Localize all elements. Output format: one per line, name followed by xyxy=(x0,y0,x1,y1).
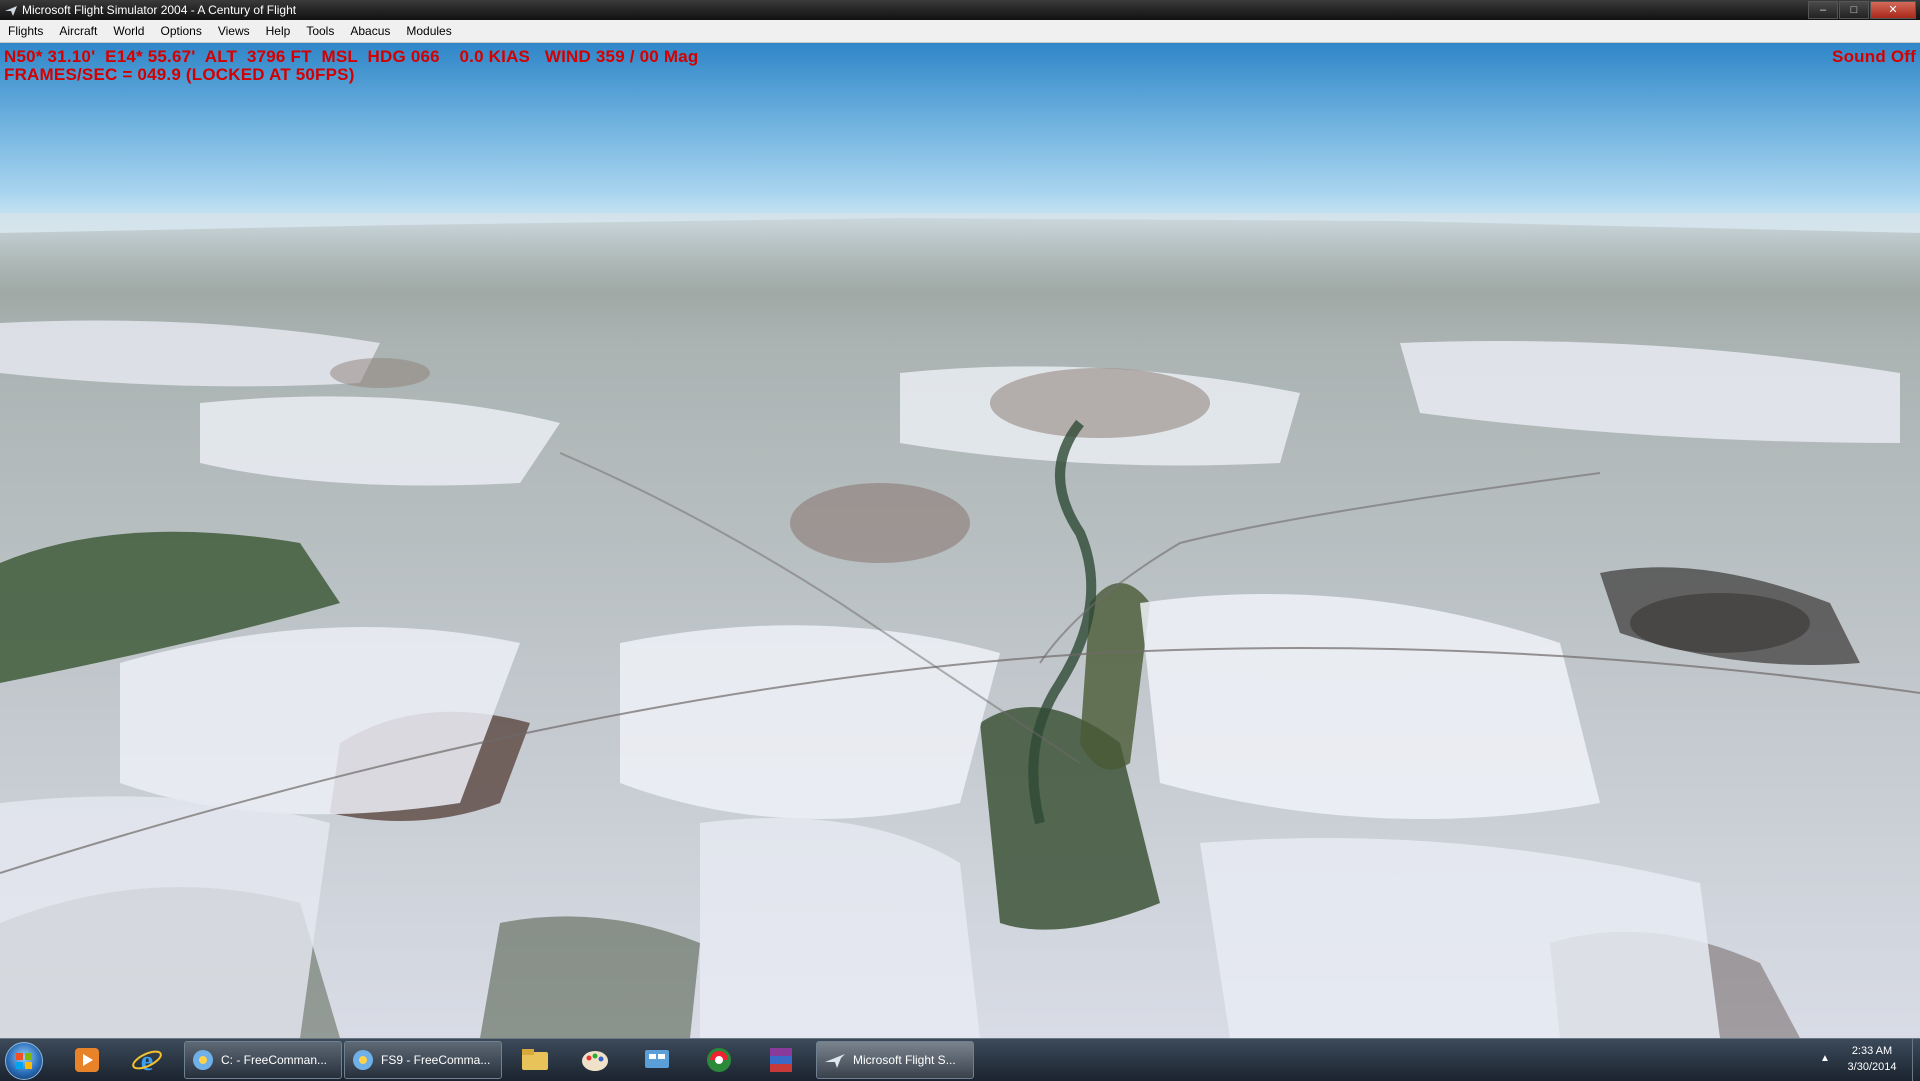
hud-position-readout: N50* 31.10' E14* 55.67' ALT 3796 FT MSL … xyxy=(4,47,699,66)
menu-abacus[interactable]: Abacus xyxy=(342,20,398,42)
freecommander-icon xyxy=(193,1050,213,1070)
clock-time: 2:33 AM xyxy=(1851,1045,1893,1057)
taskbar-item-freecommander-c[interactable]: C: - FreeComman... xyxy=(184,1041,342,1079)
flight-sim-app-icon xyxy=(5,6,17,16)
hud-framerate-readout: FRAMES/SEC = 049.9 (LOCKED AT 50FPS) xyxy=(4,65,355,84)
winrar-icon[interactable] xyxy=(764,1043,798,1077)
window-controls: – □ ✕ xyxy=(1807,1,1916,19)
taskbar-item-flight-simulator[interactable]: Microsoft Flight S... xyxy=(816,1041,974,1079)
paint-icon[interactable] xyxy=(578,1043,612,1077)
control-panel-icon[interactable] xyxy=(640,1043,674,1077)
file-explorer-icon[interactable] xyxy=(518,1043,552,1077)
menu-views[interactable]: Views xyxy=(210,20,258,42)
windows-media-player-icon[interactable] xyxy=(70,1043,104,1077)
window-title: Microsoft Flight Simulator 2004 - A Cent… xyxy=(22,3,297,17)
close-button[interactable]: ✕ xyxy=(1870,1,1916,19)
freecommander-icon xyxy=(353,1050,373,1070)
media-center-icon[interactable] xyxy=(702,1043,736,1077)
taskbar-item-label: FS9 - FreeComma... xyxy=(381,1053,491,1067)
clock-date: 3/30/2014 xyxy=(1847,1061,1897,1073)
snowy-terrain-scenery xyxy=(0,213,1920,1038)
minimize-button[interactable]: – xyxy=(1808,1,1838,19)
taskbar-item-label: Microsoft Flight S... xyxy=(853,1053,956,1067)
menu-tools[interactable]: Tools xyxy=(298,20,342,42)
taskbar-item-freecommander-fs9[interactable]: FS9 - FreeComma... xyxy=(344,1041,502,1079)
title-bar: Microsoft Flight Simulator 2004 - A Cent… xyxy=(0,0,1920,20)
menu-help[interactable]: Help xyxy=(258,20,299,42)
menu-aircraft[interactable]: Aircraft xyxy=(51,20,105,42)
menu-modules[interactable]: Modules xyxy=(398,20,459,42)
windows-logo-icon xyxy=(16,1053,32,1069)
sim-viewport[interactable]: N50* 31.10' E14* 55.67' ALT 3796 FT MSL … xyxy=(0,43,1920,1038)
taskbar-item-label: C: - FreeComman... xyxy=(221,1053,328,1067)
menu-bar: Flights Aircraft World Options Views Hel… xyxy=(0,20,1920,43)
hud-sound-status: Sound Off xyxy=(1832,47,1916,66)
system-clock[interactable]: 2:33 AM 3/30/2014 xyxy=(1832,1043,1912,1075)
svg-text:e: e xyxy=(141,1046,153,1077)
taskbar: e C: - FreeComman... FS9 - FreeComma... … xyxy=(0,1038,1920,1081)
menu-options[interactable]: Options xyxy=(152,20,209,42)
start-button[interactable] xyxy=(5,1042,43,1080)
airplane-icon xyxy=(825,1054,845,1068)
show-hidden-icons-arrow-icon[interactable]: ▲ xyxy=(1820,1053,1830,1064)
internet-explorer-icon[interactable]: e xyxy=(130,1043,164,1077)
menu-world[interactable]: World xyxy=(105,20,152,42)
menu-flights[interactable]: Flights xyxy=(0,20,51,42)
maximize-button[interactable]: □ xyxy=(1839,1,1869,19)
show-desktop-button[interactable] xyxy=(1912,1039,1920,1081)
